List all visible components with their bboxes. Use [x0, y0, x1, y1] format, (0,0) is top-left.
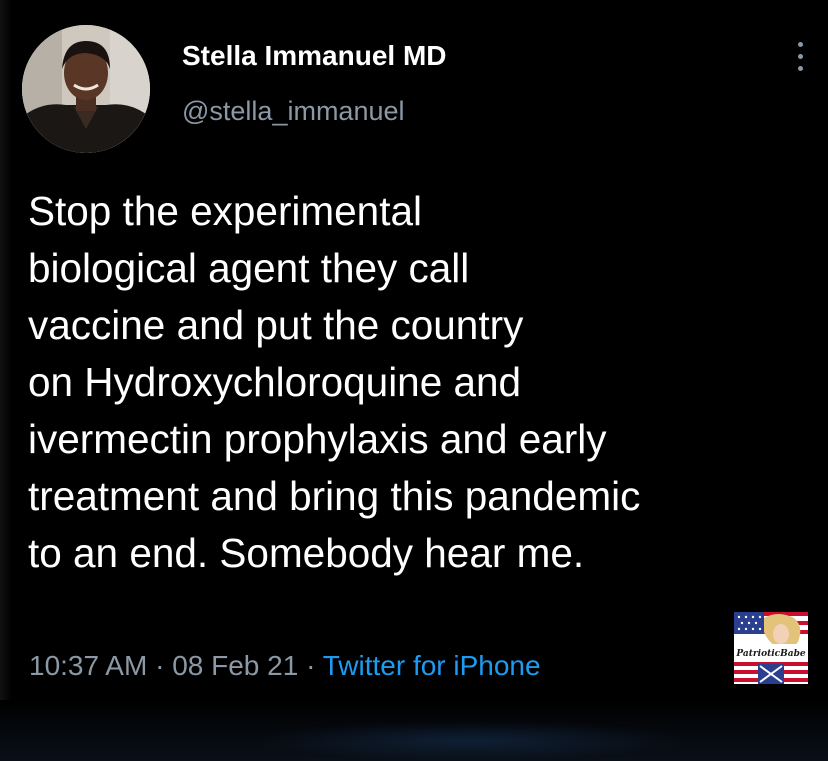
tweet-source-link[interactable]: Twitter for iPhone: [323, 650, 541, 681]
tweet-line: biological agent they call: [28, 245, 470, 291]
tweet-meta: 10:37 AM · 08 Feb 21 · Twitter for iPhon…: [29, 650, 541, 682]
profile-photo-icon: [22, 25, 150, 153]
tweet-time[interactable]: 10:37 AM: [29, 650, 147, 681]
dot: [798, 66, 803, 71]
watermark-text: PatrioticBabe: [735, 649, 805, 659]
tweet-line: ivermectin prophylaxis and early: [28, 416, 607, 462]
meta-separator: ·: [155, 650, 165, 681]
tweet-text: Stop the experimental biological agent t…: [28, 183, 824, 582]
dot: [798, 42, 803, 47]
tweet-card: Stella Immanuel MD @stella_immanuel Stop…: [0, 0, 828, 761]
tweet-line: on Hydroxychloroquine and: [28, 359, 522, 405]
bottom-bar: [0, 700, 828, 761]
more-options-icon[interactable]: [786, 38, 816, 76]
tweet-line: to an end. Somebody hear me.: [28, 530, 585, 576]
flag-watermark-icon: PatrioticBabe: [734, 612, 808, 684]
meta-separator: ·: [306, 650, 316, 681]
tweet-line: vaccine and put the country: [28, 302, 524, 348]
edge-shade: [0, 0, 12, 761]
user-handle[interactable]: @stella_immanuel: [182, 96, 405, 127]
watermark-logo: PatrioticBabe: [734, 612, 808, 684]
dot: [798, 54, 803, 59]
avatar[interactable]: [22, 25, 150, 153]
tweet-line: Stop the experimental: [28, 188, 422, 234]
tweet-date[interactable]: 08 Feb 21: [172, 650, 298, 681]
display-name[interactable]: Stella Immanuel MD: [182, 40, 447, 72]
tweet-line: treatment and bring this pandemic: [28, 473, 641, 519]
bottom-glow: [250, 720, 690, 761]
